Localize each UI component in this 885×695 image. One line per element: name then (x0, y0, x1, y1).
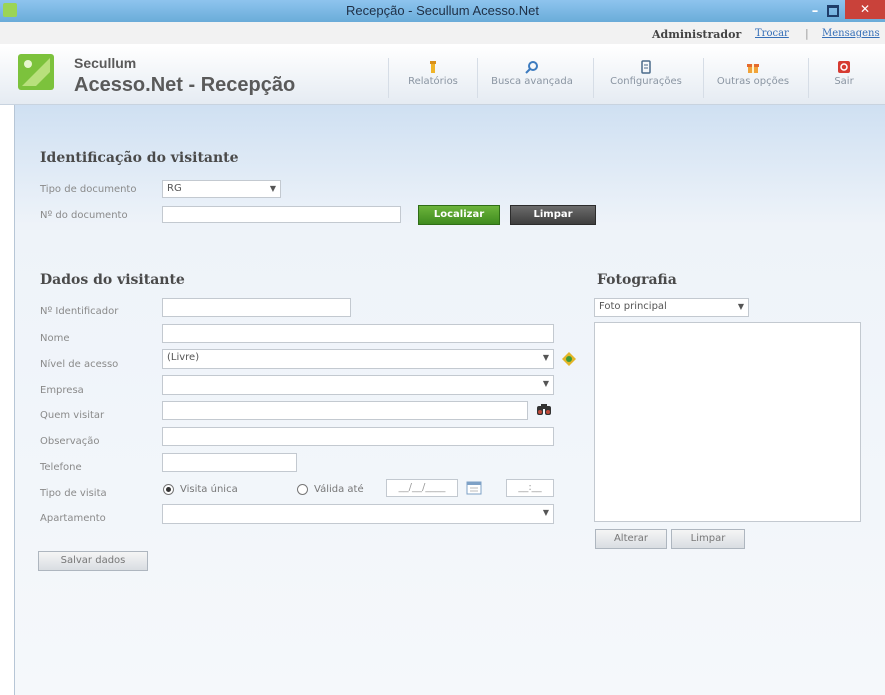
name-label: Nome (40, 333, 70, 344)
window-title: Recepção - Secullum Acesso.Net (346, 3, 539, 18)
user-bar (0, 22, 885, 44)
separator: | (805, 27, 809, 40)
apartment-label: Apartamento (40, 513, 106, 524)
doc-type-select[interactable]: RG ▼ (162, 180, 281, 198)
chevron-down-icon: ▼ (542, 353, 549, 362)
secullum-logo-icon (18, 54, 54, 90)
apartment-select[interactable]: ▼ (162, 504, 554, 524)
company-label: Empresa (40, 385, 84, 396)
note-input[interactable] (162, 427, 554, 446)
phone-label: Telefone (40, 462, 82, 473)
maximize-icon (827, 5, 839, 17)
photo-frame (594, 322, 861, 522)
company-select[interactable]: ▼ (162, 375, 554, 395)
messages-link[interactable]: Mensagens (822, 28, 880, 39)
host-label: Quem visitar (40, 410, 105, 421)
doc-type-value: RG (167, 183, 182, 194)
access-level-value: (Livre) (167, 352, 200, 363)
clear-search-button[interactable]: Limpar (510, 205, 596, 225)
nav-other-options-label: Outras opções (716, 76, 790, 87)
access-level-icon[interactable] (561, 351, 577, 367)
photo-select-value: Foto principal (599, 301, 667, 312)
nav-reports-label: Relatórios (408, 76, 458, 87)
change-photo-button[interactable]: Alterar (595, 529, 667, 549)
identification-heading: Identificação do visitante (40, 150, 239, 166)
chevron-down-icon: ▼ (737, 302, 744, 311)
visit-single-label: Visita única (180, 484, 238, 495)
calendar-icon[interactable] (466, 481, 482, 495)
access-level-label: Nível de acesso (40, 359, 119, 370)
page-title: Acesso.Net - Recepção (74, 74, 296, 96)
nav-other-options[interactable]: Outras opções (703, 58, 802, 98)
doc-number-input[interactable] (162, 206, 401, 223)
close-button[interactable]: ✕ (845, 0, 885, 19)
visit-valid-until-radio[interactable] (297, 484, 308, 495)
photo-heading: Fotografia (597, 272, 677, 288)
access-level-select[interactable]: (Livre) ▼ (162, 349, 554, 369)
reports-icon (430, 61, 436, 73)
doc-number-label: Nº do documento (40, 210, 128, 221)
save-button[interactable]: Salvar dados (38, 551, 148, 571)
exit-icon (838, 61, 850, 73)
nav-reports[interactable]: Relatórios (388, 58, 477, 98)
maximize-button[interactable] (826, 3, 840, 17)
visit-single-radio[interactable] (163, 484, 174, 495)
name-input[interactable] (162, 324, 554, 343)
nav-settings[interactable]: Configurações (593, 58, 698, 98)
minimize-button[interactable]: – (808, 4, 822, 19)
options-icon (747, 64, 759, 73)
binoculars-icon[interactable] (536, 401, 552, 417)
id-number-input[interactable] (162, 298, 351, 317)
nav-settings-label: Configurações (610, 76, 682, 87)
visit-type-label: Tipo de visita (40, 488, 107, 499)
valid-until-date-input[interactable]: __/__/____ (386, 479, 458, 497)
window-title-bar: Recepção - Secullum Acesso.Net – ✕ (0, 0, 885, 22)
nav-advanced-search[interactable]: Busca avançada (477, 58, 586, 98)
photo-select[interactable]: Foto principal ▼ (594, 298, 749, 317)
doc-type-label: Tipo de documento (40, 184, 137, 195)
valid-until-time-input[interactable]: __:__ (506, 479, 554, 497)
chevron-down-icon: ▼ (542, 508, 549, 517)
brand-name: Secullum (74, 55, 137, 71)
id-number-label: Nº Identificador (40, 306, 119, 317)
switch-user-link[interactable]: Trocar (755, 28, 789, 39)
host-input[interactable] (162, 401, 528, 420)
visitor-heading: Dados do visitante (40, 272, 185, 288)
note-label: Observação (40, 436, 100, 447)
search-icon (525, 61, 538, 74)
settings-icon (641, 60, 651, 74)
nav-exit-label: Sair (834, 76, 854, 87)
clear-photo-button[interactable]: Limpar (671, 529, 745, 549)
current-user: Administrador (652, 28, 742, 41)
find-button[interactable]: Localizar (418, 205, 500, 225)
visit-valid-until-label: Válida até (314, 484, 364, 495)
nav-exit[interactable]: Sair (808, 58, 879, 98)
nav-advanced-search-label: Busca avançada (491, 76, 573, 87)
phone-input[interactable] (162, 453, 297, 472)
chevron-down-icon: ▼ (269, 184, 276, 193)
chevron-down-icon: ▼ (542, 379, 549, 388)
